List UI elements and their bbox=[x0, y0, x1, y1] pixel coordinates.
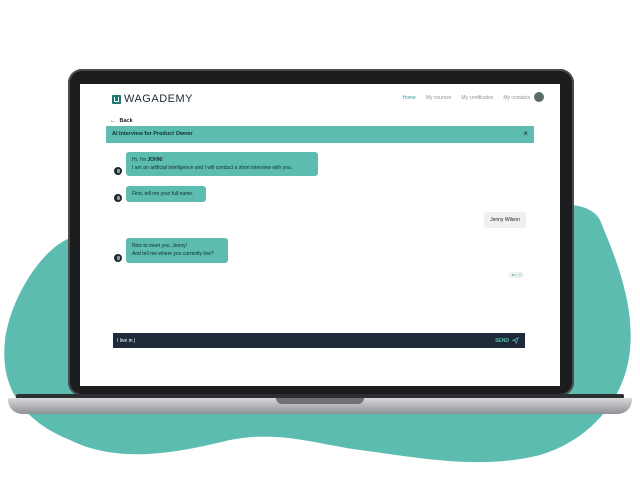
logo-text: WAGADEMY bbox=[124, 93, 193, 105]
message-line: Nice to meet you, Jenny! bbox=[132, 243, 188, 249]
message-line: First, tell me your full name. bbox=[132, 191, 194, 197]
user-message: Jenny Wilson bbox=[484, 212, 526, 228]
nav-link-my-certificates[interactable]: My certificates bbox=[461, 95, 493, 101]
screen: WAGADEMY Home My courses My certificates… bbox=[80, 84, 560, 386]
bot-message: Hi, I'm JOHN! I am an artificial intelli… bbox=[126, 152, 318, 176]
back-label: Back bbox=[119, 118, 133, 124]
nav-link-my-courses[interactable]: My courses bbox=[426, 95, 452, 101]
send-label: SEND bbox=[495, 337, 509, 344]
avatar[interactable] bbox=[534, 92, 544, 102]
send-button[interactable]: SEND bbox=[495, 337, 519, 344]
typing-dot bbox=[511, 274, 514, 276]
interview-title: AI Interview for Product Owner bbox=[112, 131, 193, 137]
bot-avatar-icon bbox=[114, 254, 122, 262]
close-icon[interactable]: × bbox=[523, 129, 528, 138]
message-composer: SEND bbox=[113, 333, 525, 348]
bot-avatar-icon bbox=[114, 194, 122, 202]
bot-message: First, tell me your full name. bbox=[126, 186, 206, 202]
message-line: Hi, I'm JOHN! bbox=[132, 157, 163, 163]
message-line: I am an artificial intelligence and I wi… bbox=[132, 165, 293, 171]
laptop-notch bbox=[276, 398, 364, 404]
message-line: And tell me where you currently live? bbox=[132, 251, 214, 257]
typing-dot bbox=[518, 274, 521, 276]
bot-avatar-icon bbox=[114, 167, 122, 175]
logo-icon bbox=[112, 94, 121, 104]
nav-link-my-contacts[interactable]: My contacts bbox=[503, 95, 530, 101]
typing-indicator bbox=[508, 272, 524, 278]
back-link[interactable]: ← Back bbox=[110, 118, 133, 124]
nav-link-home[interactable]: Home bbox=[402, 95, 415, 101]
typing-dot bbox=[515, 274, 517, 276]
nav-links: Home My courses My certificates My conta… bbox=[402, 95, 530, 101]
interview-banner: AI Interview for Product Owner × bbox=[106, 126, 534, 143]
logo[interactable]: WAGADEMY bbox=[112, 93, 193, 105]
arrow-left-icon: ← bbox=[110, 118, 116, 124]
send-icon bbox=[512, 337, 519, 344]
message-input[interactable] bbox=[117, 336, 417, 345]
top-nav: WAGADEMY Home My courses My certificates… bbox=[80, 84, 560, 112]
bot-message: Nice to meet you, Jenny! And tell me whe… bbox=[126, 238, 228, 263]
